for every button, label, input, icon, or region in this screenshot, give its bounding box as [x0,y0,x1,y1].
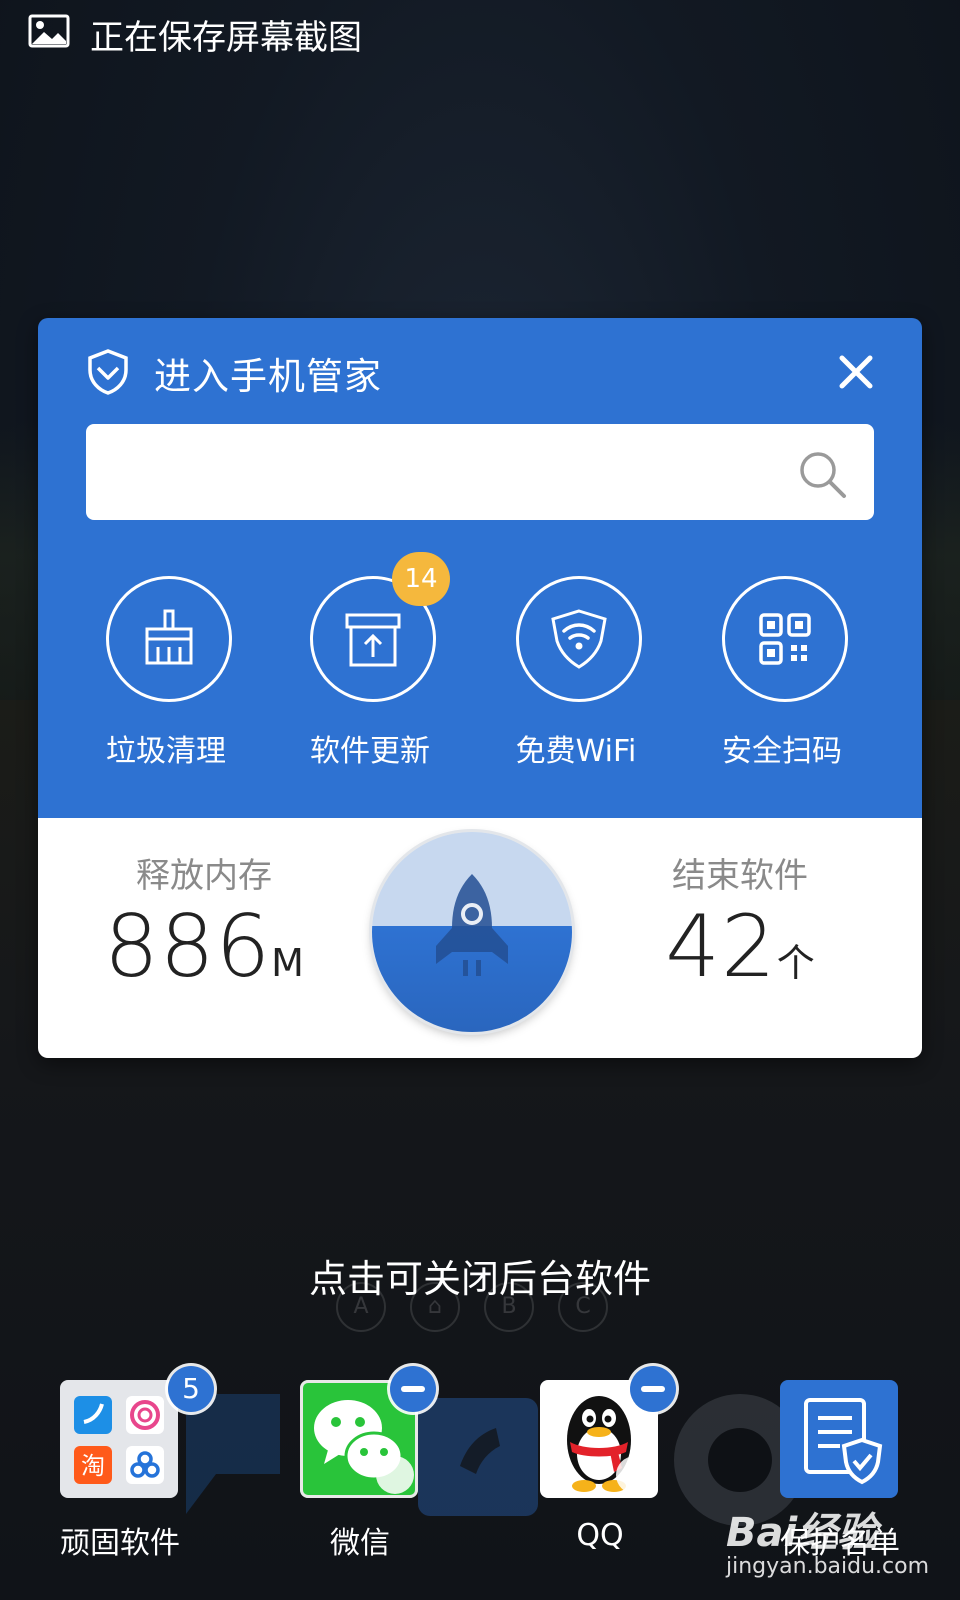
panel-header-area: 进入手机管家 垃圾清理 14 软件更新 免费WiFi 安全扫码 [38,318,922,818]
tool-label: 软件更新 [310,734,430,769]
tool-label: 安全扫码 [722,734,842,769]
memory-label: 释放内存 [136,856,272,896]
memory-value-row: 886M [54,897,354,997]
dock-app-name: QQ [576,1518,624,1553]
taobao-glyph: 淘 [81,1452,105,1480]
baidu-watermark: Bai经验 jingyan.baidu.com [726,1490,936,1594]
search-input[interactable] [106,444,770,502]
broom-icon [145,609,193,665]
wifi-shield-icon [551,609,607,669]
image-icon [28,14,70,48]
shield-logo-icon [88,349,128,395]
apps-label: 结束软件 [672,856,808,896]
qr-code-icon [759,613,811,665]
apps-value: 42 [665,897,777,997]
status-bar: 正在保存屏幕截图 [0,0,960,64]
boost-button[interactable] [372,832,572,1032]
page-dot-home: ⌂ [410,1282,460,1332]
memory-value: 886 [104,897,272,997]
box-upload-icon [345,613,401,667]
document-shield-icon [804,1398,883,1485]
ghost-chat-icon [186,1394,280,1514]
tool-circle [106,576,232,702]
folder-tile[interactable]: 淘 [60,1380,178,1498]
memory-stat: 释放内存 886M [54,848,354,997]
dock-app-name: 微信 [330,1526,390,1561]
page-indicator: A ⌂ B C [336,1282,626,1332]
tool-free-wifi[interactable]: 免费WiFi [478,576,678,806]
panel-title[interactable]: 进入手机管家 [154,346,382,400]
remove-app-button[interactable] [630,1366,676,1412]
tool-circle [722,576,848,702]
page-dot: B [484,1282,534,1332]
protected-shield-icon [376,1456,414,1494]
rocket-icon [436,874,508,976]
folder-icon-grid: 淘 [74,1396,164,1484]
tool-circle [516,576,642,702]
watermark-url: jingyan.baidu.com [726,1554,930,1579]
protected-shield-icon [616,1456,654,1494]
page-dot: C [558,1282,608,1332]
search-box[interactable] [86,424,874,520]
apps-unit: 个 [776,941,815,985]
app-count-badge: 5 [168,1366,214,1412]
remove-app-button[interactable] [390,1366,436,1412]
status-text: 正在保存屏幕截图 [90,18,362,58]
tool-label: 免费WiFi [515,734,637,769]
tool-safe-scan[interactable]: 安全扫码 [684,576,884,806]
tool-label: 垃圾清理 [106,734,226,769]
phone-manager-panel: 进入手机管家 垃圾清理 14 软件更新 免费WiFi 安全扫码 释放内存 886… [38,318,922,1058]
close-icon[interactable] [836,352,876,392]
update-count-badge: 14 [392,552,450,606]
apps-stat: 结束软件 42个 [590,848,890,997]
watermark-logo: Bai经验 [726,1510,878,1556]
tool-software-update[interactable]: 14 软件更新 [272,552,472,806]
panel-stats-area: 释放内存 886M 结束软件 42个 [38,818,922,1058]
page-dot: A [336,1282,386,1332]
dock-app-name: 顽固软件 [60,1526,180,1561]
ghost-phone-icon [418,1398,538,1516]
apps-value-row: 42个 [590,897,890,997]
search-icon[interactable] [796,448,848,500]
memory-unit: M [271,941,304,985]
tool-junk-clean[interactable]: 垃圾清理 [68,576,268,806]
protection-list-tile[interactable] [780,1380,898,1498]
